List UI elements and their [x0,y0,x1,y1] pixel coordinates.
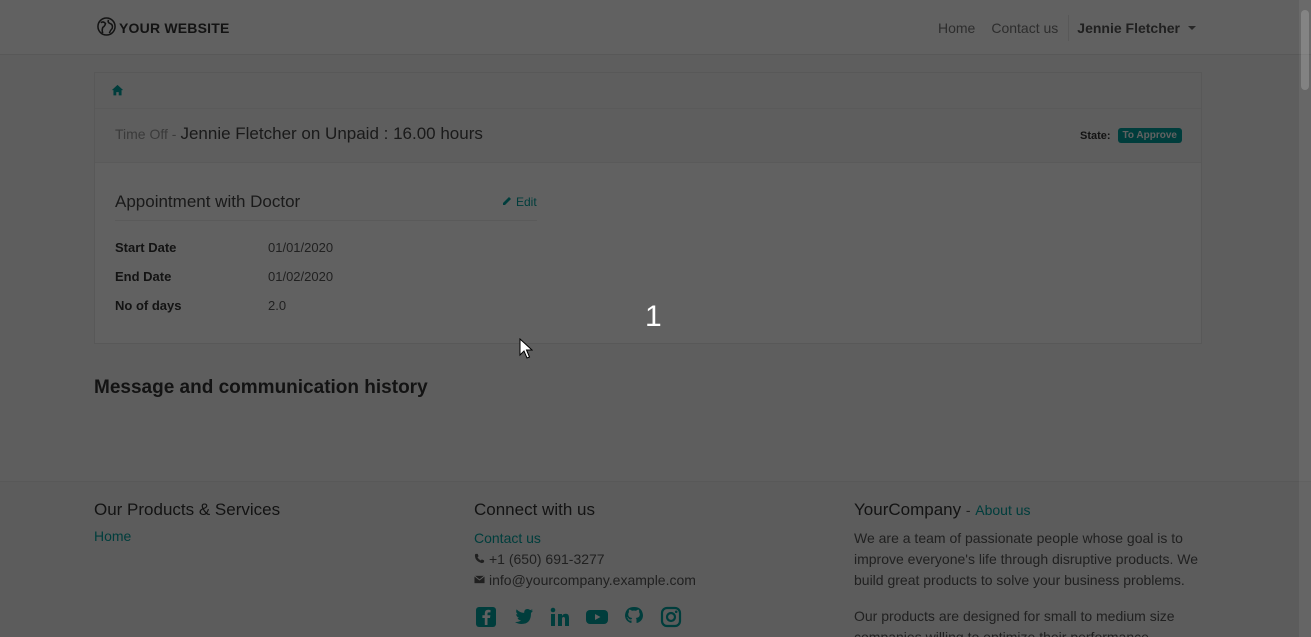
mouse-cursor-icon [519,337,534,360]
section-title: Appointment with Doctor [115,192,537,221]
footer-heading: Connect with us [474,500,595,519]
email-line: info@yourcompany.example.com [474,570,814,591]
facebook-icon[interactable] [474,605,498,629]
footer: Our Products & Services Home Connect wit… [0,481,1311,637]
brand-label: YOUR WEBSITE [119,20,230,36]
footer-heading: Our Products & Services [94,500,281,519]
scrollbar-thumb[interactable] [1301,10,1309,90]
field-label: End Date [115,269,172,284]
user-menu-dropdown[interactable]: Jennie Fletcher [1069,20,1196,36]
phone-icon [474,549,485,570]
status-badge: To Approve [1117,128,1182,143]
company-name: YourCompany [854,500,962,519]
email-address: info@yourcompany.example.com [489,572,696,588]
github-icon[interactable] [622,605,646,629]
footer-link-contact[interactable]: Contact us [474,528,814,549]
caret-down-icon [1188,26,1196,30]
field-value: 2.0 [268,298,287,313]
field-start-date: Start Date 01/01/2020 [115,240,333,255]
site-brand[interactable]: YOUR WEBSITE [97,17,230,39]
edit-link[interactable]: Edit [502,195,537,209]
phone-line: +1 (650) 691-3277 [474,549,814,570]
pencil-icon [502,195,512,209]
field-value: 01/01/2020 [268,240,334,255]
globe-icon [97,17,116,39]
social-links [474,605,814,629]
field-label: No of days [115,298,182,313]
footer-products-column: Our Products & Services Home [94,500,434,544]
history-title: Message and communication history [94,377,428,398]
heading-separator: - [965,502,971,518]
linkedin-icon[interactable] [548,605,572,629]
home-icon[interactable] [111,84,124,101]
state-indicator: State: To Approve [1080,128,1182,143]
youtube-icon[interactable] [585,605,609,629]
footer-heading: YourCompany - About us [854,500,1204,520]
nav-link-home[interactable]: Home [930,20,983,36]
title-text: Jennie Fletcher on Unpaid : 16.00 hours [180,124,483,143]
phone-number: +1 (650) 691-3277 [489,551,605,567]
field-label: Start Date [115,240,177,255]
footer-link-home[interactable]: Home [94,528,434,544]
envelope-icon [474,570,485,591]
user-name: Jennie Fletcher [1077,20,1180,36]
step-number: 1 [645,300,662,333]
field-end-date: End Date 01/02/2020 [115,269,333,284]
nav-link-contact[interactable]: Contact us [983,20,1066,36]
scrollbar[interactable] [1299,0,1311,637]
card-header: Time Off - Jennie Fletcher on Unpaid : 1… [95,109,1201,163]
field-value: 01/02/2020 [268,269,334,284]
title-prefix: Time Off - [115,126,177,142]
footer-connect-column: Connect with us Contact us +1 (650) 691-… [474,500,814,629]
footer-company-column: YourCompany - About us We are a team of … [854,500,1204,637]
about-us-link[interactable]: About us [975,502,1030,518]
top-navbar: YOUR WEBSITE Home Contact us Jennie Flet… [0,0,1311,55]
edit-label: Edit [516,195,537,209]
state-label: State: [1079,129,1111,142]
company-description: We are a team of passionate people whose… [854,530,1199,588]
breadcrumb [95,73,1201,109]
nav-menu: Home Contact us Jennie Fletcher [930,14,1196,42]
twitter-icon[interactable] [511,605,535,629]
instagram-icon[interactable] [659,605,683,629]
company-products-text: Our products are designed for small to m… [854,608,1175,637]
page-title: Time Off - Jennie Fletcher on Unpaid : 1… [115,124,483,144]
field-no-of-days: No of days 2.0 [115,298,286,313]
